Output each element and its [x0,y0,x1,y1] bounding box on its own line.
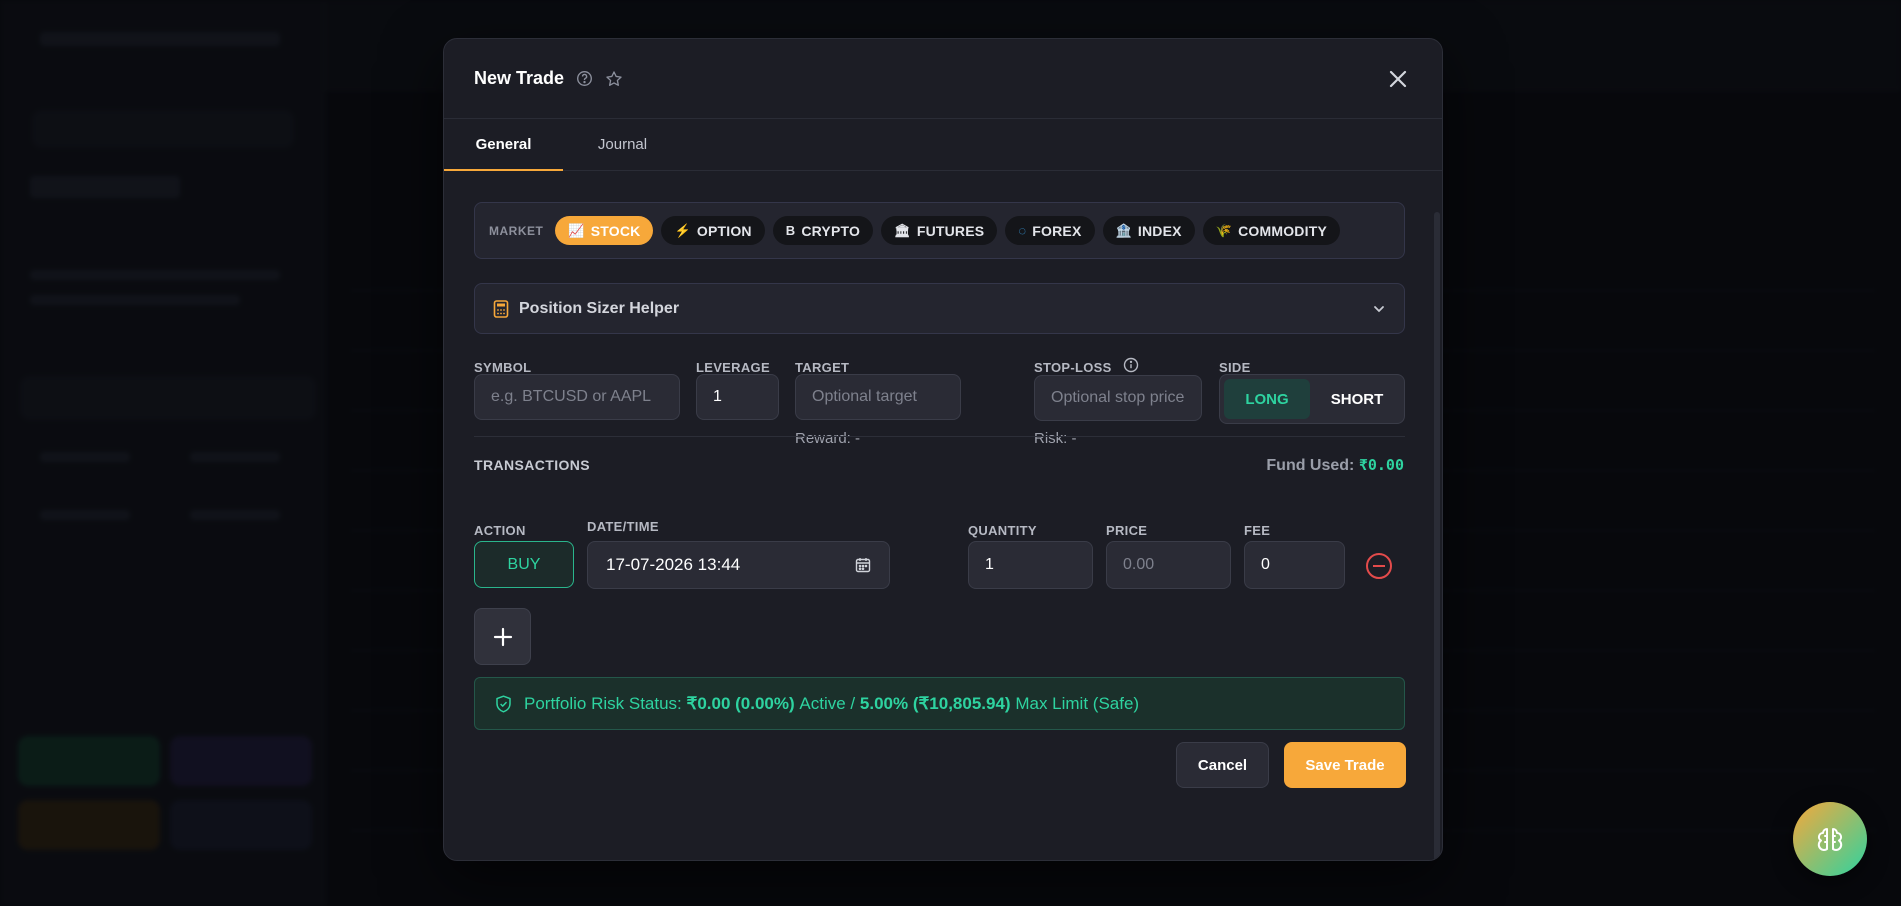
risk-max-value: 5.00% (₹10,805.94) [859,693,1011,713]
market-selector: MARKET 📈 STOCK ⚡ OPTION B CRYPTO 🏛 FUTUR… [474,202,1405,259]
risk-active-label: Active / [799,693,856,713]
chip-label: CRYPTO [801,222,861,239]
bitcoin-icon: B [785,223,796,238]
tab-journal[interactable]: Journal [563,119,682,170]
target-label: TARGET [795,360,850,375]
chart-icon: 📈 [568,222,585,238]
fee-input[interactable]: 0 [1244,541,1345,589]
tab-general[interactable]: General [444,119,563,171]
chip-label: FUTURES [916,222,985,239]
remove-transaction-button[interactable] [1366,553,1392,579]
leverage-label: LEVERAGE [696,360,770,375]
divider [474,436,1405,437]
question-circle-icon[interactable] [576,70,593,87]
save-trade-button[interactable]: Save Trade [1284,742,1406,788]
side-short-button[interactable]: SHORT [1314,379,1400,419]
side-long-button[interactable]: LONG [1224,379,1310,419]
market-chip-stock[interactable]: 📈 STOCK [555,216,654,245]
market-chip-option[interactable]: ⚡ OPTION [661,216,765,245]
quantity-input[interactable]: 1 [968,541,1093,589]
action-buy-button[interactable]: BUY [474,541,574,588]
lightning-icon: ⚡ [674,222,691,238]
shield-check-icon [495,694,512,713]
new-trade-modal: New Trade General Journal MARKET 📈 STOCK… [443,38,1443,861]
bank-icon: 🏦 [1115,222,1132,238]
quantity-header: QUANTITY [968,523,1037,538]
price-header: PRICE [1106,523,1148,538]
fund-used-value: ₹0.00 [1358,456,1404,474]
chip-label: COMMODITY [1238,222,1327,239]
plus-icon [493,627,512,646]
info-icon[interactable] [1123,357,1139,373]
position-sizer-toggle[interactable]: Position Sizer Helper [474,283,1405,334]
fee-header: FEE [1244,523,1271,538]
datetime-value: 17-07-2026 13:44 [606,555,741,574]
ai-assistant-button[interactable] [1793,802,1867,876]
market-chip-crypto[interactable]: B CRYPTO [772,216,874,245]
reward-note: Reward: - [795,430,861,447]
add-transaction-button[interactable] [474,608,531,665]
modal-header: New Trade [444,39,1442,119]
portfolio-risk-status: Portfolio Risk Status: ₹0.00 (0.00%) Act… [474,677,1405,730]
side-toggle: LONG SHORT [1219,374,1405,424]
modal-body: MARKET 📈 STOCK ⚡ OPTION B CRYPTO 🏛 FUTUR… [444,172,1442,860]
minus-icon [1373,565,1385,567]
brain-icon [1817,828,1843,851]
close-button[interactable] [1384,65,1412,93]
position-sizer-label: Position Sizer Helper [519,299,680,317]
risk-max-label: Max Limit (Safe) [1015,693,1140,713]
target-input[interactable]: Optional target [795,374,961,420]
symbol-input[interactable]: e.g. BTCUSD or AAPL [474,374,680,420]
market-chip-commodity[interactable]: 🌾 COMMODITY [1202,216,1340,245]
cancel-button[interactable]: Cancel [1176,742,1269,788]
market-chip-index[interactable]: 🏦 INDEX [1102,216,1195,245]
futures-icon: 🏛 [894,222,911,238]
modal-title: New Trade [474,68,565,88]
chip-label: INDEX [1137,222,1182,239]
transactions-title: TRANSACTIONS [474,457,591,473]
market-chip-forex[interactable]: ◌ FOREX [1005,216,1095,245]
datetime-input[interactable]: 17-07-2026 13:44 [587,541,890,589]
side-label: SIDE [1219,360,1251,375]
chip-label: OPTION [696,222,752,239]
chevron-down-icon [1372,302,1386,316]
modal-tabs: General Journal [444,119,1442,171]
symbol-label: SYMBOL [474,360,532,375]
stoploss-label: STOP-LOSS [1034,360,1112,375]
close-icon [1389,70,1407,87]
star-icon[interactable] [605,70,623,88]
wheat-icon: 🌾 [1215,222,1233,238]
stoploss-input[interactable]: Optional stop price [1034,375,1202,421]
leverage-input[interactable]: 1 [696,374,779,420]
market-chip-futures[interactable]: 🏛 FUTURES [881,216,998,245]
forex-icon: ◌ [1018,223,1027,238]
price-input[interactable]: 0.00 [1106,541,1231,589]
chip-label: FOREX [1032,222,1082,239]
calculator-icon [493,299,509,318]
calendar-icon[interactable] [855,557,871,573]
fund-used-label: Fund Used: [1266,457,1355,474]
action-header: ACTION [474,523,526,538]
fund-used: Fund Used: ₹0.00 [1266,456,1404,475]
chip-label: STOCK [590,222,641,239]
risk-active-value: ₹0.00 (0.00%) [686,693,795,713]
market-label: MARKET [489,223,544,238]
risk-note: Risk: - [1034,430,1077,447]
risk-prefix: Portfolio Risk Status: [524,693,682,713]
datetime-header: DATE/TIME [587,519,659,534]
